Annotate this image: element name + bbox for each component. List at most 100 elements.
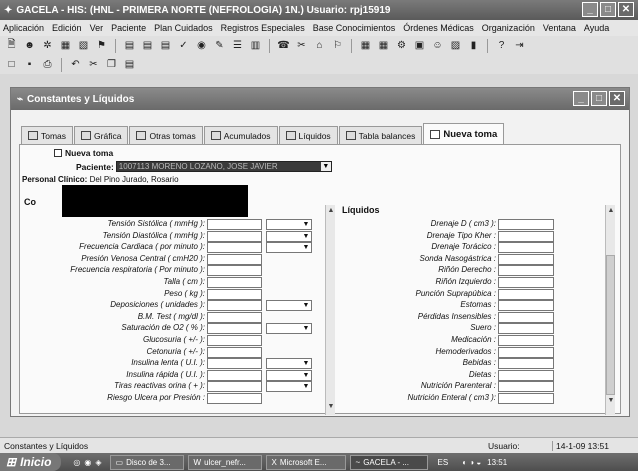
save-icon[interactable]: ▪ bbox=[22, 57, 37, 72]
tab-liquidos[interactable]: Líquidos bbox=[278, 126, 338, 144]
paste-icon[interactable]: ▤ bbox=[122, 57, 137, 72]
liquid-input[interactable] bbox=[498, 265, 554, 277]
constant-input[interactable] bbox=[207, 381, 262, 393]
menu-ventana[interactable]: Ventana bbox=[543, 23, 576, 33]
constant-dropdown[interactable]: ▼ bbox=[266, 230, 312, 242]
constant-input[interactable] bbox=[207, 369, 262, 381]
exit-icon[interactable]: ⇥ bbox=[512, 38, 527, 53]
report-icon[interactable]: ▤ bbox=[122, 38, 137, 53]
care-plan-icon[interactable]: ✲ bbox=[40, 38, 55, 53]
task-disco[interactable]: ▭ Disco de 3... bbox=[109, 454, 184, 470]
chevron-down-icon[interactable]: ▼ bbox=[301, 382, 311, 391]
tab-grafica[interactable]: Gráfica bbox=[74, 126, 129, 144]
stats-icon[interactable]: ▮ bbox=[466, 38, 481, 53]
constant-input[interactable] bbox=[207, 277, 262, 288]
grid-icon[interactable]: ▥ bbox=[248, 38, 263, 53]
task-ulcer[interactable]: Wulcer_nefr... bbox=[187, 454, 262, 470]
chevron-down-icon[interactable]: ▼ bbox=[301, 220, 311, 229]
inner-maximize-button[interactable]: □ bbox=[591, 91, 607, 106]
menu-base-conocimientos[interactable]: Base Conocimientos bbox=[313, 23, 396, 33]
constant-input[interactable] bbox=[207, 358, 262, 370]
minimize-button[interactable]: _ bbox=[582, 2, 598, 17]
language-indicator[interactable]: ES bbox=[438, 458, 449, 467]
alert-icon[interactable]: ⚑ bbox=[94, 38, 109, 53]
constant-dropdown[interactable]: ▼ bbox=[266, 369, 312, 381]
settings-icon[interactable]: ⚙ bbox=[394, 38, 409, 53]
edit-icon[interactable]: ✎ bbox=[212, 38, 227, 53]
phone-icon[interactable]: ☎ bbox=[276, 38, 291, 53]
tools-icon[interactable]: ✂ bbox=[294, 38, 309, 53]
check-icon[interactable]: ✓ bbox=[176, 38, 191, 53]
scroll-up-icon[interactable]: ▲ bbox=[326, 205, 336, 215]
patient-icon[interactable]: ☻ bbox=[22, 38, 37, 53]
constant-input[interactable] bbox=[207, 393, 262, 404]
chevron-down-icon[interactable]: ▼ bbox=[301, 359, 311, 368]
liquid-input[interactable] bbox=[498, 358, 554, 370]
register-icon[interactable]: ▦ bbox=[58, 38, 73, 53]
browser-icon[interactable]: ◉ bbox=[84, 458, 91, 467]
menu-aplicacion[interactable]: Aplicación bbox=[3, 23, 44, 33]
liquid-input[interactable] bbox=[498, 277, 554, 288]
liquid-input[interactable] bbox=[498, 288, 554, 300]
document-icon[interactable]: 🗎 bbox=[4, 38, 19, 53]
inner-minimize-button[interactable]: _ bbox=[573, 91, 589, 106]
constant-input[interactable] bbox=[207, 230, 262, 242]
notes-icon[interactable]: ▧ bbox=[76, 38, 91, 53]
menu-organizacion[interactable]: Organización bbox=[482, 23, 535, 33]
tab-otras-tomas[interactable]: Otras tomas bbox=[129, 126, 203, 144]
constant-dropdown[interactable]: ▼ bbox=[266, 242, 312, 254]
print-icon[interactable]: ⎙ bbox=[40, 57, 55, 72]
menu-ayuda[interactable]: Ayuda bbox=[584, 23, 609, 33]
chevron-down-icon[interactable]: ▼ bbox=[320, 162, 331, 171]
start-button[interactable]: ⊞ Inicio bbox=[0, 453, 62, 471]
constant-input[interactable] bbox=[207, 311, 262, 323]
tab-acumulados[interactable]: Acumulados bbox=[203, 126, 278, 144]
constants-scrollbar[interactable]: ▲ ▼ bbox=[325, 205, 335, 415]
liquid-input[interactable] bbox=[498, 311, 554, 323]
constant-input[interactable] bbox=[207, 219, 262, 230]
menu-plan-cuidados[interactable]: Plan Cuidados bbox=[154, 23, 213, 33]
close-button[interactable]: ✕ bbox=[618, 2, 634, 17]
undo-icon[interactable]: ↶ bbox=[68, 57, 83, 72]
liquid-input[interactable] bbox=[498, 369, 554, 381]
report3-icon[interactable]: ▤ bbox=[158, 38, 173, 53]
maximize-button[interactable]: □ bbox=[600, 2, 616, 17]
table2-icon[interactable]: ▦ bbox=[376, 38, 391, 53]
liquid-input[interactable] bbox=[498, 219, 554, 230]
liquid-input[interactable] bbox=[498, 335, 554, 346]
menu-paciente[interactable]: Paciente bbox=[111, 23, 146, 33]
chevron-down-icon[interactable]: ▼ bbox=[301, 371, 311, 380]
constant-dropdown[interactable]: ▼ bbox=[266, 381, 312, 393]
constant-input[interactable] bbox=[207, 253, 262, 265]
calc-icon[interactable]: ▣ bbox=[412, 38, 427, 53]
liquid-input[interactable] bbox=[498, 300, 554, 312]
task-microsoft[interactable]: X Microsoft E... bbox=[265, 454, 346, 470]
constant-dropdown[interactable]: ▼ bbox=[266, 300, 312, 312]
scroll-up-icon[interactable]: ▲ bbox=[606, 205, 616, 215]
people-icon[interactable]: ☺ bbox=[430, 38, 445, 53]
list-icon[interactable]: ☰ bbox=[230, 38, 245, 53]
liquid-input[interactable] bbox=[498, 346, 554, 358]
chevron-down-icon[interactable]: ▼ bbox=[301, 232, 311, 241]
constant-input[interactable] bbox=[207, 265, 262, 277]
menu-ordenes-medicas[interactable]: Órdenes Médicas bbox=[403, 23, 474, 33]
liquid-input[interactable] bbox=[498, 393, 554, 404]
tab-nueva-toma[interactable]: Nueva toma bbox=[423, 123, 505, 144]
scroll-down-icon[interactable]: ▼ bbox=[326, 401, 336, 411]
constant-input[interactable] bbox=[207, 323, 262, 335]
tab-tomas[interactable]: Tomas bbox=[21, 126, 74, 144]
constant-dropdown[interactable]: ▼ bbox=[266, 358, 312, 370]
cut-icon[interactable]: ✂ bbox=[86, 57, 101, 72]
record-icon[interactable]: ◉ bbox=[194, 38, 209, 53]
liquid-input[interactable] bbox=[498, 253, 554, 265]
media-icon[interactable]: ◈ bbox=[95, 458, 101, 467]
patient-select[interactable]: 1007113 MORENO LOZANO, JOSE JAVIER ▼ bbox=[115, 161, 332, 172]
menu-edicion[interactable]: Edición bbox=[52, 23, 82, 33]
liquid-input[interactable] bbox=[498, 381, 554, 393]
constant-dropdown[interactable]: ▼ bbox=[266, 219, 312, 230]
task-gacela[interactable]: ~ GACELA - ... bbox=[349, 454, 428, 470]
constant-input[interactable] bbox=[207, 242, 262, 254]
nueva-toma-checkbox[interactable] bbox=[54, 149, 62, 157]
flag-icon[interactable]: ⚐ bbox=[330, 38, 345, 53]
scroll-thumb[interactable] bbox=[606, 255, 615, 395]
